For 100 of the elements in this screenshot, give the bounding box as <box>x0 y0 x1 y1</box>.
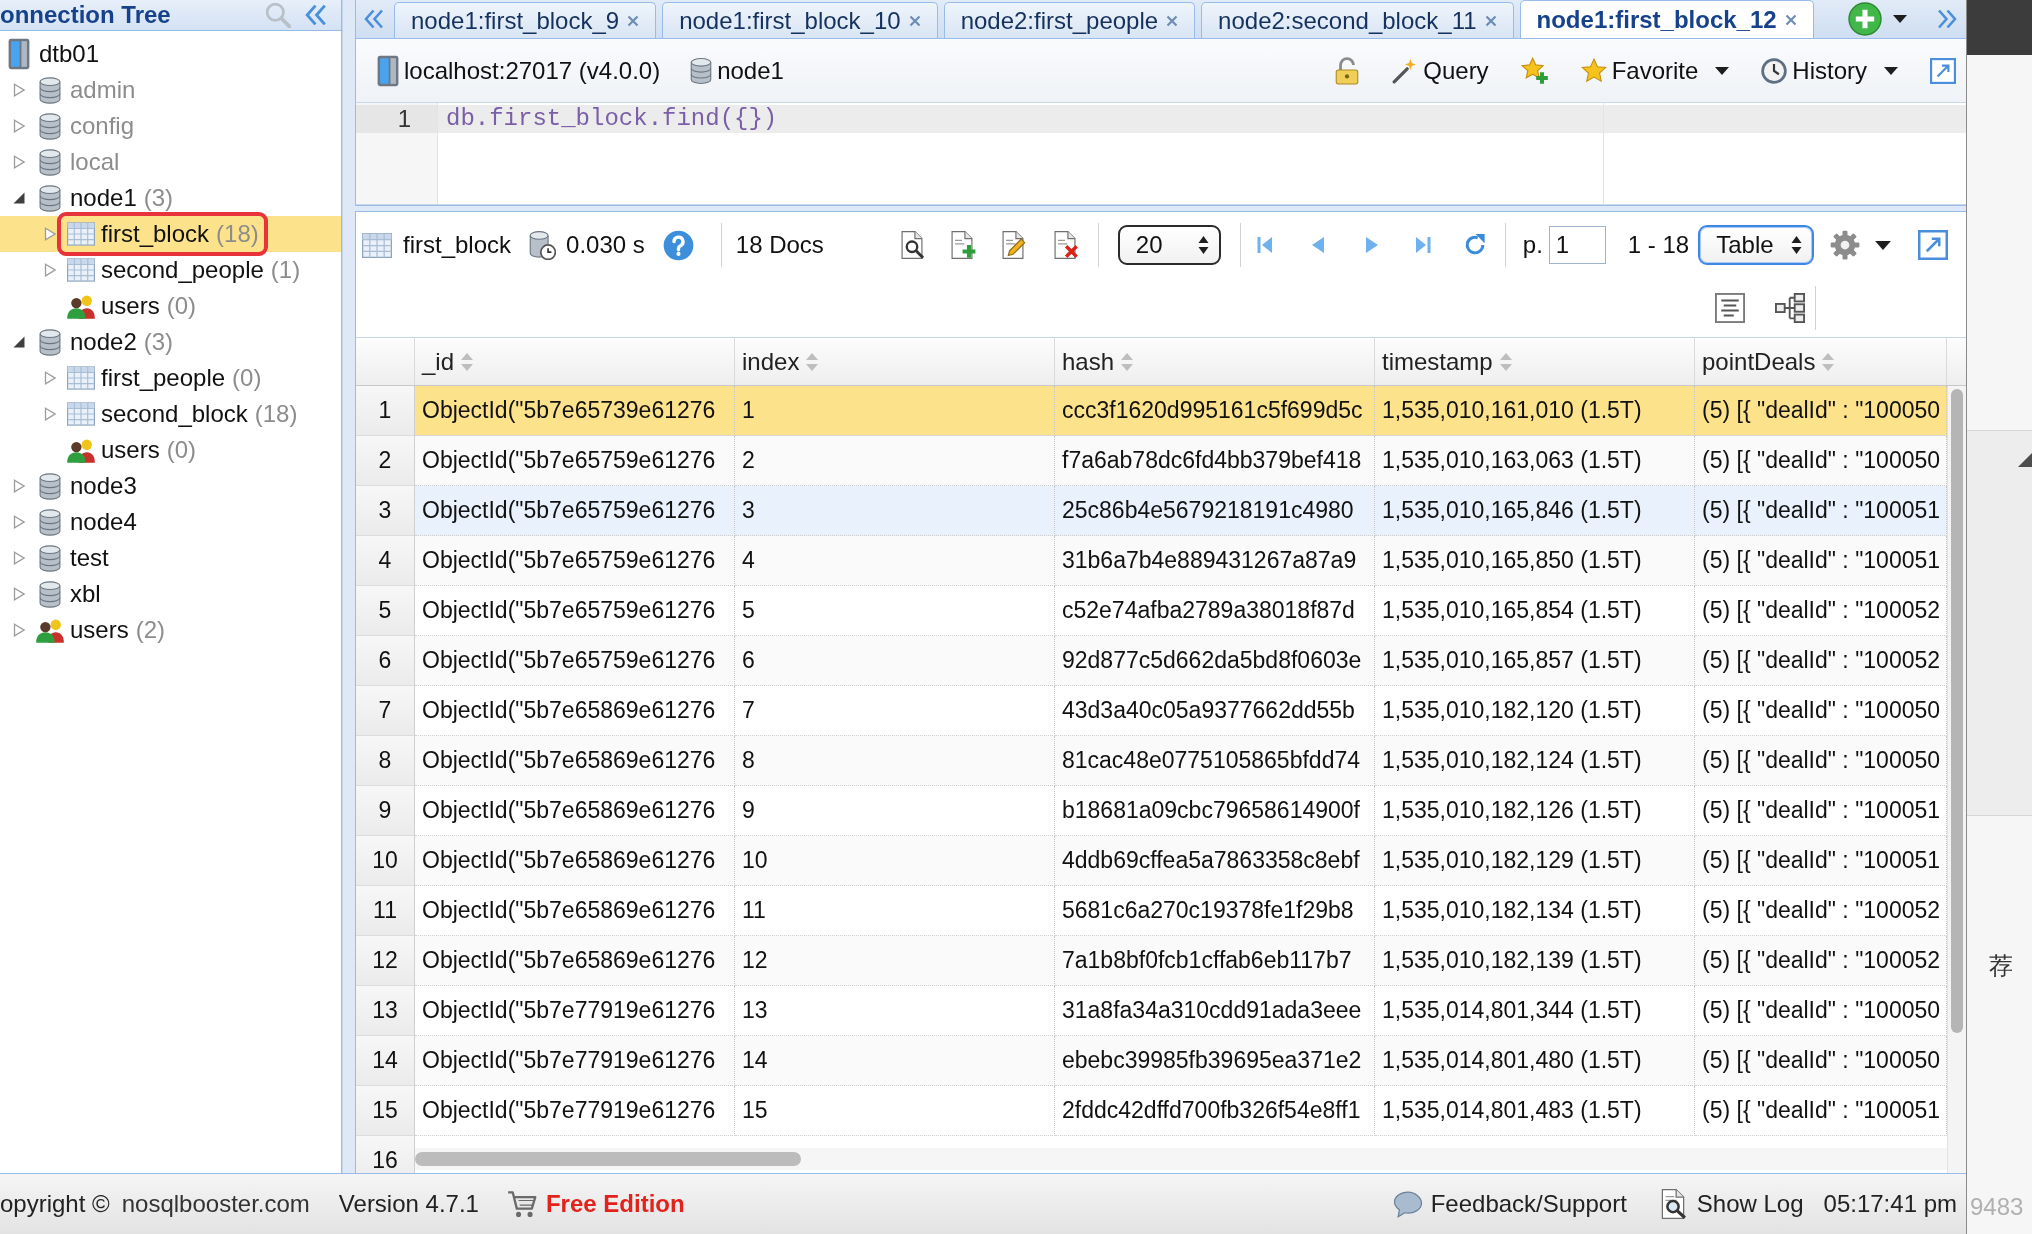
page-input[interactable]: 1 <box>1548 226 1606 264</box>
code-editor[interactable]: 1 db.first_block.find({}) <box>355 103 1966 205</box>
column-header[interactable]: hash <box>1055 338 1375 385</box>
document-count: 18 Docs <box>735 231 824 259</box>
tree-item[interactable]: test <box>0 540 341 576</box>
table-row[interactable]: 3 ObjectId("5b7e65759e61276 3 25c86b4e5679218191c4980 1,535,010,165,846 (1.5T) (5) [{ "dealId" : "100051 <box>356 486 1947 536</box>
server-label: localhost:27017 (v4.0.0) <box>404 56 661 85</box>
search-icon[interactable] <box>265 2 291 28</box>
table-row[interactable]: 15 ObjectId("5b7e77919e61276 15 2fddc42dffd700fb326f54e8ff1 1,535,014,801,483 (1.5T) (5) [{ "dealId" : "100051 <box>356 1086 1947 1136</box>
website-link[interactable]: nosqlbooster.com <box>121 1190 310 1218</box>
help-icon[interactable] <box>662 229 694 261</box>
dark-title-bar <box>1967 0 2032 55</box>
page-size-select[interactable]: 20 <box>1117 225 1221 265</box>
plus-icon[interactable] <box>1848 2 1882 36</box>
settings-icon[interactable] <box>1830 230 1861 260</box>
row-number: 7 <box>356 686 415 736</box>
double-chevron-left-icon[interactable] <box>364 9 384 29</box>
close-icon[interactable] <box>1784 13 1797 26</box>
sort-icon <box>806 352 819 371</box>
table-cell: 6 <box>735 636 1055 686</box>
database-label: node1 <box>717 56 784 85</box>
feedback-button[interactable]: Feedback/Support <box>1392 1190 1627 1218</box>
table-row[interactable]: 10 ObjectId("5b7e65869e61276 10 4ddb69cffea5a7863358c8ebf 1,535,010,182,129 (1.5T) (5) [{ "dealId" : "100051 <box>356 836 1947 886</box>
table-cell: ObjectId("5b7e77919e61276 <box>415 1036 735 1086</box>
tree-item[interactable]: first_block (18) <box>0 216 341 252</box>
maximize-icon[interactable] <box>1918 230 1949 260</box>
last-page-icon[interactable] <box>1414 235 1431 255</box>
show-log-button[interactable]: Show Log <box>1657 1189 1804 1219</box>
tree-item[interactable]: users (2) <box>0 612 341 648</box>
double-chevron-left-icon[interactable] <box>305 4 327 26</box>
double-chevron-right-icon[interactable] <box>1937 9 1957 29</box>
refresh-icon[interactable] <box>1463 234 1486 256</box>
tree-item[interactable]: node1 (3) <box>0 180 341 216</box>
table-cell: 10 <box>735 836 1055 886</box>
star-plus-icon[interactable] <box>1520 56 1549 85</box>
column-header[interactable]: _id <box>415 338 735 385</box>
text-view-icon[interactable] <box>1715 292 1745 323</box>
table-row[interactable]: 12 ObjectId("5b7e65869e61276 12 7a1b8bf0fcb1cffab6eb117b7 1,535,010,182,139 (1.5T) (5) [{ "dealId" : "100052 <box>356 936 1947 986</box>
column-header[interactable]: pointDeals <box>1695 338 1947 385</box>
table-cell: ObjectId("5b7e65869e61276 <box>415 936 735 986</box>
lock-icon[interactable] <box>1334 56 1361 85</box>
tree-item[interactable]: second_block (18) <box>0 396 341 432</box>
tree-item[interactable]: dtb01 <box>0 36 341 72</box>
table-row[interactable]: 1 ObjectId("5b7e65739e61276 1 ccc3f1620d995161c5f699d5c 1,535,010,161,010 (1.5T) (5) [{ "dealId" : "100050 <box>356 386 1947 436</box>
caret-icon[interactable] <box>1875 240 1892 250</box>
row-number: 10 <box>356 836 415 886</box>
caret-icon[interactable] <box>1893 15 1907 23</box>
expander-icon[interactable] <box>13 192 25 204</box>
tab[interactable]: node1:first_block_10 <box>662 2 938 38</box>
table-row[interactable]: 14 ObjectId("5b7e77919e61276 14 ebebc39985fb39695ea371e2 1,535,014,801,480 (1.5T) (5) [{ "dealId" : "100050 <box>356 1036 1947 1086</box>
tree-item[interactable]: first_people (0) <box>0 360 341 396</box>
view-mode-select[interactable]: Table <box>1698 225 1815 265</box>
close-icon[interactable] <box>1166 14 1179 27</box>
table-cell: 1,535,014,801,483 (1.5T) <box>1375 1086 1695 1136</box>
table-row[interactable]: 2 ObjectId("5b7e65759e61276 2 f7a6ab78dc6fd4bb379bef418 1,535,010,163,063 (1.5T) (5) [{ "dealId" : "100050 <box>356 436 1947 486</box>
row-number: 1 <box>356 386 415 436</box>
table-cell: 31b6a7b4e889431267a87a9 <box>1055 536 1375 586</box>
expander-icon[interactable] <box>13 336 25 348</box>
edition-label[interactable]: Free Edition <box>545 1190 685 1218</box>
tree-view-icon[interactable] <box>1775 292 1805 323</box>
item-label: first_block <box>101 220 210 248</box>
close-icon[interactable] <box>627 14 640 27</box>
previous-page-icon[interactable] <box>1310 235 1325 255</box>
horizontal-scrollbar[interactable] <box>415 1148 1947 1170</box>
history-button[interactable]: History <box>1761 56 1898 85</box>
table-row[interactable]: 4 ObjectId("5b7e65759e61276 4 31b6a7b4e889431267a87a9 1,535,010,165,850 (1.5T) (5) [{ "dealId" : "100051 <box>356 536 1947 586</box>
maximize-icon[interactable] <box>1930 57 1956 84</box>
tree-item[interactable]: second_people (1) <box>0 252 341 288</box>
tab[interactable]: node1:first_block_12 <box>1519 0 1814 38</box>
tree-item[interactable]: node3 <box>0 468 341 504</box>
table-cell: 1,535,010,182,139 (1.5T) <box>1375 936 1695 986</box>
table-row[interactable]: 6 ObjectId("5b7e65759e61276 6 92d877c5d662da5bd8f0603e 1,535,010,165,857 (1.5T) (5) [{ "dealId" : "100052 <box>356 636 1947 686</box>
tree-item[interactable]: users (0) <box>0 432 341 468</box>
vertical-scrollbar[interactable] <box>1947 386 1966 1173</box>
item-count: (0) <box>166 292 197 320</box>
item-label: dtb01 <box>39 40 100 68</box>
close-icon[interactable] <box>1484 14 1497 27</box>
tree-item[interactable]: node2 (3) <box>0 324 341 360</box>
item-label: first_people <box>101 364 226 392</box>
table-row[interactable]: 8 ObjectId("5b7e65869e61276 8 81cac48e0775105865bfdd74 1,535,010,182,124 (1.5T) (5) [{ "dealId" : "100050 <box>356 736 1947 786</box>
first-page-icon[interactable] <box>1256 235 1273 255</box>
column-header[interactable]: timestamp <box>1375 338 1695 385</box>
favorite-button[interactable]: Favorite <box>1580 56 1730 85</box>
tab[interactable]: node1:first_block_9 <box>394 2 657 38</box>
clock-text: 05:17:41 pm <box>1823 1190 1957 1218</box>
tab[interactable]: node2:second_block_11 <box>1201 2 1514 38</box>
item-label: test <box>70 544 109 572</box>
close-icon[interactable] <box>908 14 921 27</box>
column-header[interactable]: index <box>735 338 1055 385</box>
next-page-icon[interactable] <box>1364 235 1379 255</box>
item-label: users <box>101 292 160 320</box>
table-icon <box>67 366 95 390</box>
panel-splitter[interactable] <box>355 205 1966 212</box>
tree-item[interactable]: node4 <box>0 504 341 540</box>
tree-item[interactable]: xbl <box>0 576 341 612</box>
tree-item[interactable]: users (0) <box>0 288 341 324</box>
tab[interactable]: node2:first_people <box>943 2 1196 38</box>
item-label: xbl <box>70 580 101 608</box>
item-label: second_people <box>101 256 264 284</box>
query-button[interactable]: Query <box>1392 56 1489 85</box>
